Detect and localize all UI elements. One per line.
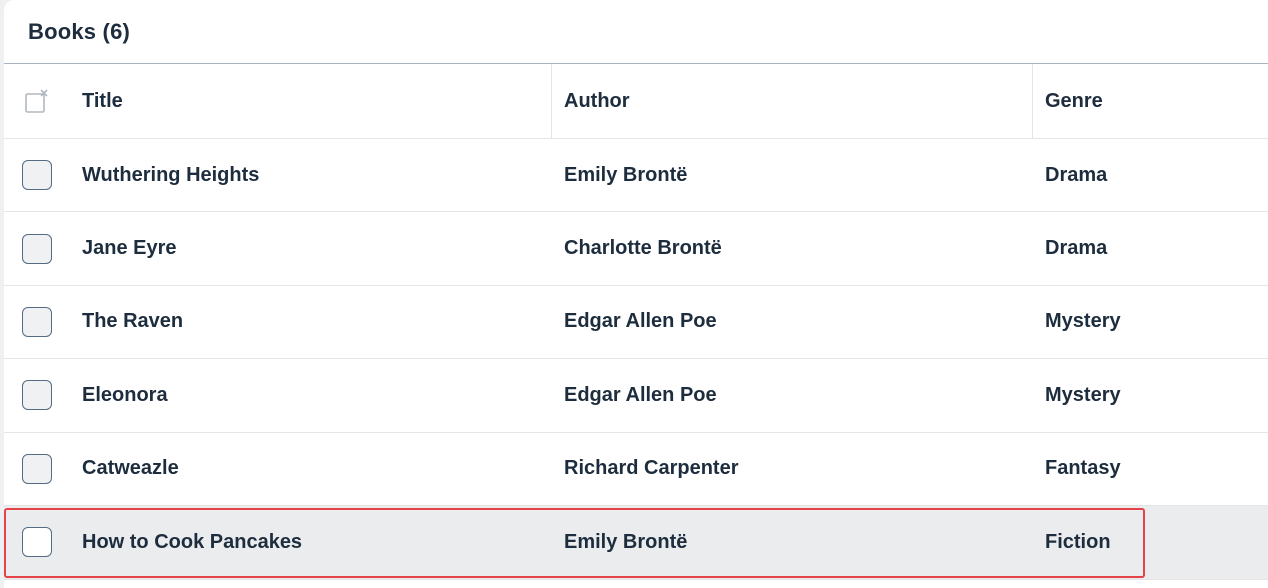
cell-title: The Raven xyxy=(82,310,184,333)
row-checkbox[interactable] xyxy=(22,453,52,484)
row-checkbox[interactable] xyxy=(22,233,52,264)
table-toolbar: Books (6) xyxy=(4,0,1268,64)
row-select-cell xyxy=(4,433,70,505)
row-checkbox[interactable] xyxy=(22,160,52,191)
row-checkbox[interactable] xyxy=(22,380,52,411)
clear-selection-icon[interactable] xyxy=(23,87,51,115)
cell-genre: Mystery xyxy=(1045,310,1121,333)
table-row[interactable]: The Raven Edgar Allen Poe Mystery xyxy=(4,286,1268,360)
row-checkbox[interactable] xyxy=(22,527,52,558)
row-select-cell xyxy=(4,212,70,284)
column-header-title[interactable]: Title xyxy=(70,64,552,138)
cell-author: Emily Brontë xyxy=(564,530,688,553)
table-row[interactable]: Wuthering Heights Emily Brontë Drama xyxy=(4,139,1268,213)
cell-genre: Mystery xyxy=(1045,383,1121,406)
cell-title: Eleonora xyxy=(82,383,168,406)
cell-author: Edgar Allen Poe xyxy=(564,383,717,406)
row-select-cell xyxy=(4,359,70,431)
cell-genre: Drama xyxy=(1045,237,1108,260)
cell-title: Catweazle xyxy=(82,457,179,480)
table-row-highlighted[interactable]: How to Cook Pancakes Emily Brontë Fictio… xyxy=(4,505,1268,580)
cell-author: Charlotte Brontë xyxy=(564,237,722,260)
table-row[interactable]: Catweazle Richard Carpenter Fantasy xyxy=(4,433,1268,506)
cell-genre: Fiction xyxy=(1045,530,1111,553)
cell-title: Wuthering Heights xyxy=(82,163,260,186)
table-row[interactable]: Jane Eyre Charlotte Brontë Drama xyxy=(4,212,1268,286)
column-header-genre[interactable]: Genre xyxy=(1033,64,1268,138)
cell-genre: Drama xyxy=(1045,163,1108,186)
row-checkbox[interactable] xyxy=(22,306,52,337)
row-select-cell xyxy=(4,506,70,579)
cell-author: Edgar Allen Poe xyxy=(564,310,717,333)
cell-author: Emily Brontë xyxy=(564,163,688,186)
row-select-cell xyxy=(4,139,70,211)
books-table-card: Books (6) Title Author Genre Wuthering H… xyxy=(4,0,1268,588)
table-row[interactable]: Eleonora Edgar Allen Poe Mystery xyxy=(4,359,1268,433)
table-title: Books (6) xyxy=(28,18,131,44)
cell-title: How to Cook Pancakes xyxy=(82,530,303,553)
cell-author: Richard Carpenter xyxy=(564,457,739,480)
column-header-author[interactable]: Author xyxy=(552,64,1033,138)
cell-title: Jane Eyre xyxy=(82,237,177,260)
row-select-cell xyxy=(4,286,70,358)
table-header-row: Title Author Genre xyxy=(4,64,1268,139)
cell-genre: Fantasy xyxy=(1045,457,1121,480)
select-all-cell[interactable] xyxy=(4,64,70,138)
